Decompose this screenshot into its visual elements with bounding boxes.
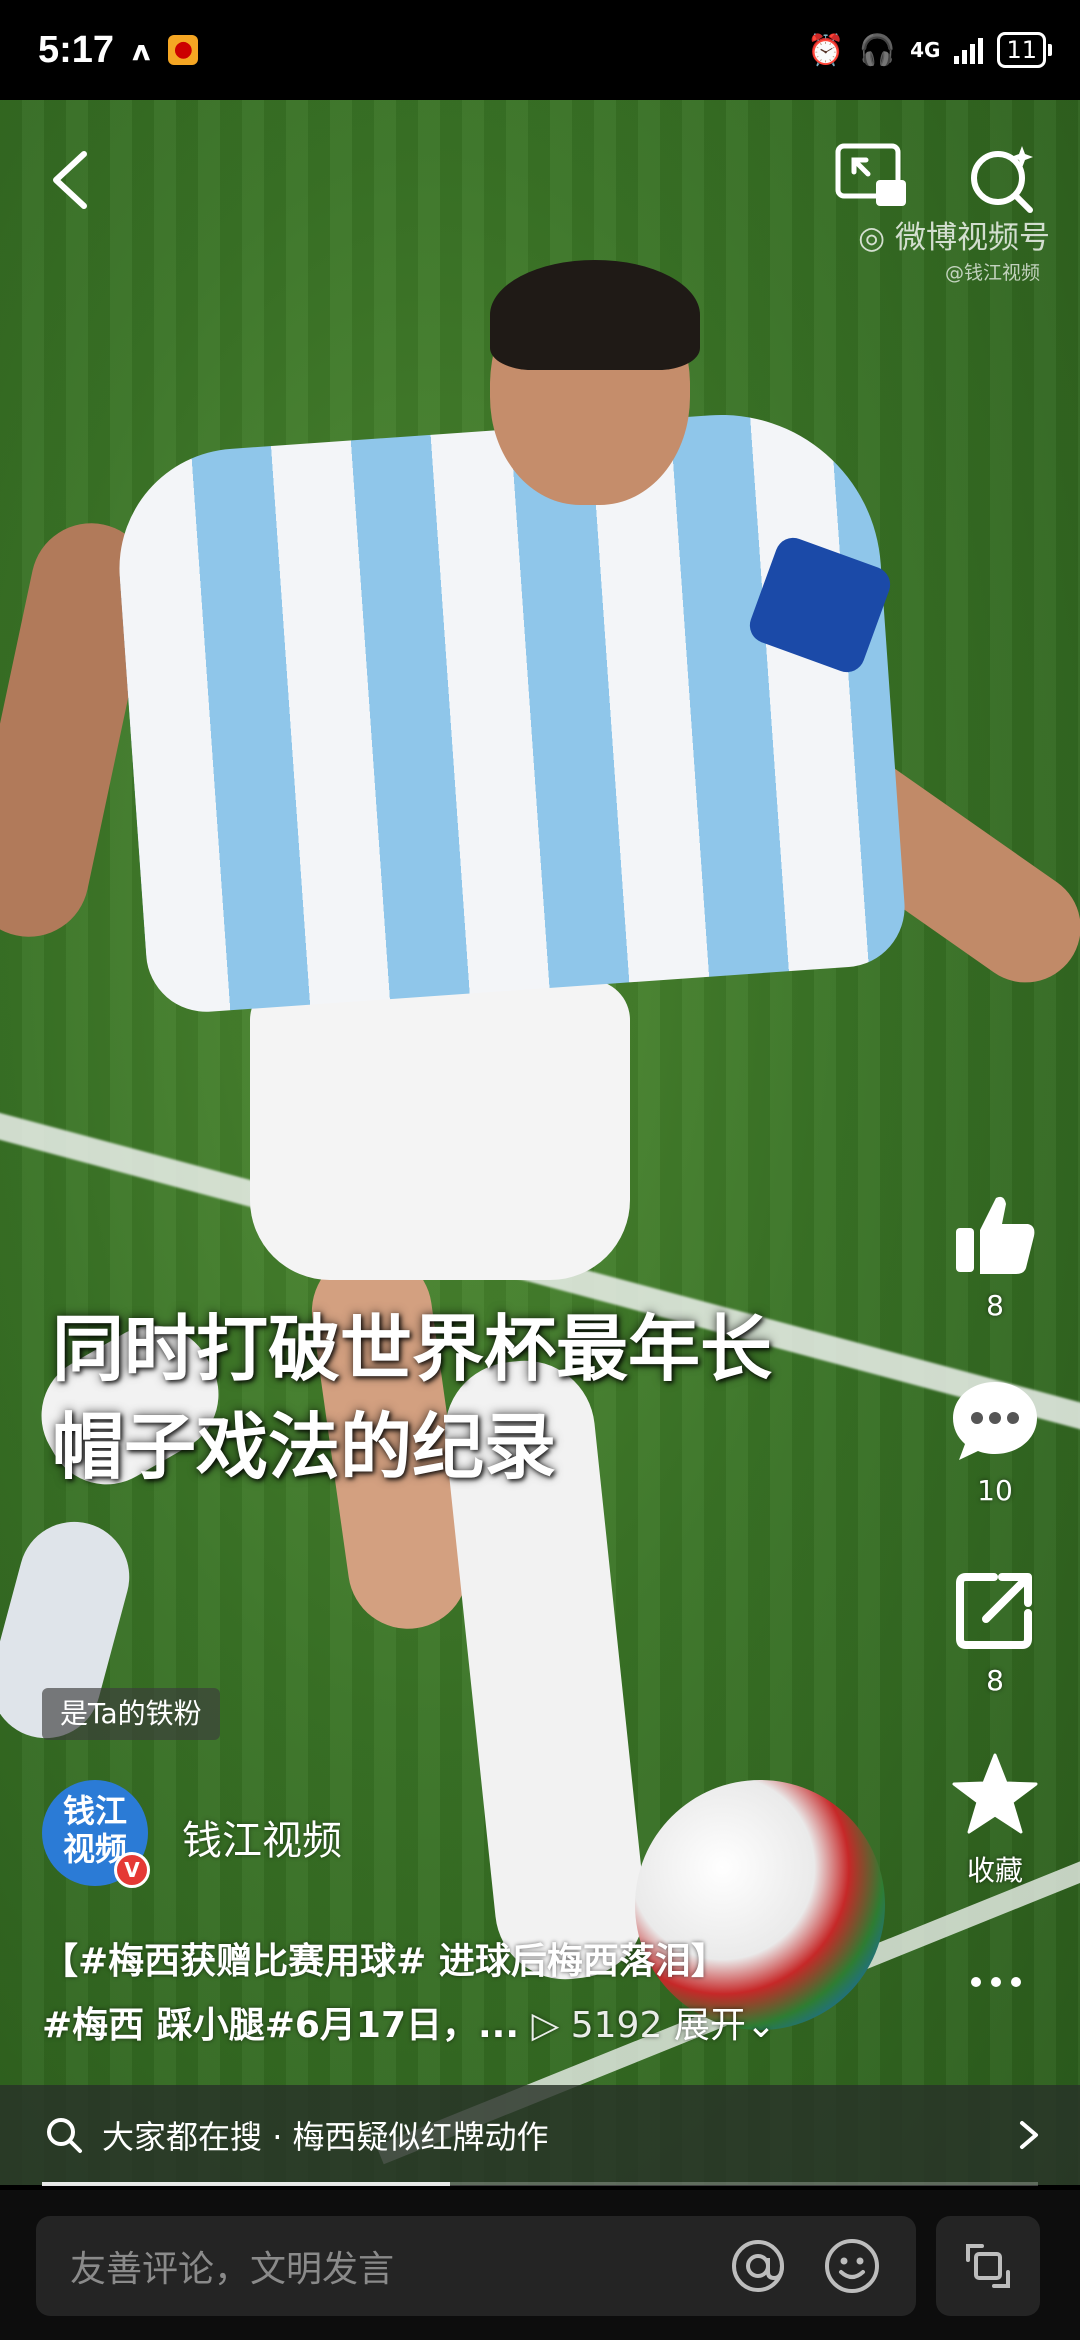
more-options-button[interactable]: [956, 1962, 1036, 2002]
status-bar-left: 5:17 ʌ ●: [38, 28, 199, 72]
like-count: 8: [986, 1289, 1004, 1322]
video-subtitle: 同时打破世界杯最年长 帽子戏法的纪录: [52, 1300, 952, 1496]
author-avatar[interactable]: 钱江视频 V: [42, 1780, 150, 1888]
suggestion-prefix: 大家都在搜: [102, 2118, 263, 2156]
share-button[interactable]: 8: [940, 1560, 1050, 1697]
favorite-icon-wrap: [940, 1745, 1050, 1845]
view-count-wrap: ▷ 5192: [532, 2005, 674, 2046]
comment-input[interactable]: 友善评论，文明发言: [36, 2216, 916, 2316]
video-caption[interactable]: 【#梅西获赠比赛用球# 进球后梅西落泪】 #梅西 踩小腿#6月17日，... ▷…: [42, 1930, 942, 2058]
back-button[interactable]: [36, 140, 106, 220]
search-button[interactable]: [962, 140, 1042, 220]
play-count-icon: ▷: [531, 2005, 560, 2046]
favorite-label: 收藏: [966, 1854, 1023, 1887]
app-notification-icon: ʌ: [132, 33, 151, 67]
headphones-icon: 🎧: [858, 32, 897, 68]
status-time: 5:17: [38, 28, 115, 71]
video-frame: [0, 100, 1080, 2185]
video-player[interactable]: [0, 100, 1080, 2185]
watermark: ◎ 微博视频号: [810, 212, 1050, 257]
share-count: 8: [986, 1664, 1004, 1697]
star-icon: [952, 1753, 1038, 1834]
caption-text: #梅西 踩小腿#6月17日，...: [42, 2005, 520, 2046]
search-icon: [47, 2118, 82, 2153]
author-name[interactable]: 钱江视频: [182, 1808, 342, 1866]
view-count: 5192: [570, 2005, 663, 2046]
more-dot-icon: [991, 1977, 1001, 1987]
subtitle-line: 同时打破世界杯最年长: [52, 1307, 773, 1391]
chevron-left-icon: [53, 151, 87, 209]
thumbs-up-icon: [956, 1196, 1035, 1274]
weibo-notification-icon: ●: [168, 35, 199, 65]
mention-at-icon[interactable]: [728, 2236, 788, 2296]
pip-button[interactable]: [832, 140, 912, 212]
comment-button[interactable]: 10: [940, 1370, 1050, 1507]
status-bar-right: ⏰ 🎧 4G 11: [807, 32, 1052, 68]
separator-dot: ·: [272, 2118, 293, 2156]
expand-link[interactable]: 展开⌄: [674, 2005, 776, 2046]
player-shorts: [250, 980, 630, 1280]
share-icon-wrap: [940, 1560, 1050, 1660]
chevron-right-icon: [1020, 2121, 1038, 2149]
video-progress-bar[interactable]: [42, 2182, 1038, 2186]
fan-badge: 是Ta的铁粉: [42, 1688, 220, 1740]
alarm-icon: ⏰: [807, 32, 845, 68]
emoji-icon[interactable]: [822, 2236, 882, 2296]
network-label: 4G: [910, 38, 941, 62]
expand-comments-button[interactable]: [936, 2216, 1040, 2316]
like-button[interactable]: 8: [940, 1185, 1050, 1322]
verified-badge-icon: V: [114, 1852, 150, 1888]
battery-icon: 11: [997, 32, 1052, 68]
caption-line: #梅西 踩小腿#6月17日，... ▷ 5192 展开⌄: [42, 1994, 942, 2058]
expand-icon: [966, 2244, 1010, 2288]
watermark-text: 微博视频号: [895, 220, 1050, 256]
watermark-handle: @钱江视频: [944, 262, 1040, 284]
chevron-down-icon: ⌄: [745, 2005, 776, 2046]
suggestion-text: 大家都在搜 · 梅西疑似红牌动作: [102, 2112, 1014, 2158]
favorite-button[interactable]: 收藏: [940, 1745, 1050, 1889]
weibo-logo-icon: ◎: [858, 220, 886, 256]
subtitle-line: 帽子戏法的纪录: [52, 1405, 557, 1489]
video-progress-fill: [42, 2182, 451, 2186]
search-suggestion-bar[interactable]: 大家都在搜 · 梅西疑似红牌动作: [0, 2085, 1080, 2185]
share-icon: [956, 1573, 1032, 1649]
caption-line: 【#梅西获赠比赛用球# 进球后梅西落泪】: [42, 1941, 727, 1982]
search-icon: [971, 146, 1033, 213]
suggestion-query: 梅西疑似红牌动作: [292, 2118, 549, 2156]
more-dot-icon: [1011, 1977, 1021, 1987]
like-icon-wrap: [940, 1185, 1050, 1285]
more-dot-icon: [971, 1977, 981, 1987]
player-hair: [490, 260, 700, 370]
battery-level: 11: [1006, 36, 1037, 64]
bottom-comment-bar: 友善评论，文明发言: [0, 2190, 1080, 2340]
comment-icon-wrap: [940, 1370, 1050, 1470]
signal-icon: [954, 36, 984, 64]
status-bar: 5:17 ʌ ● ⏰ 🎧 4G 11: [0, 0, 1080, 100]
expand-label: 展开: [673, 2005, 746, 2046]
comment-count: 10: [977, 1474, 1013, 1507]
player-jersey: [111, 404, 909, 1016]
comment-placeholder: 友善评论，文明发言: [70, 2249, 395, 2290]
picture-in-picture-icon: [835, 143, 906, 206]
comment-bubble-icon: [953, 1382, 1037, 1460]
